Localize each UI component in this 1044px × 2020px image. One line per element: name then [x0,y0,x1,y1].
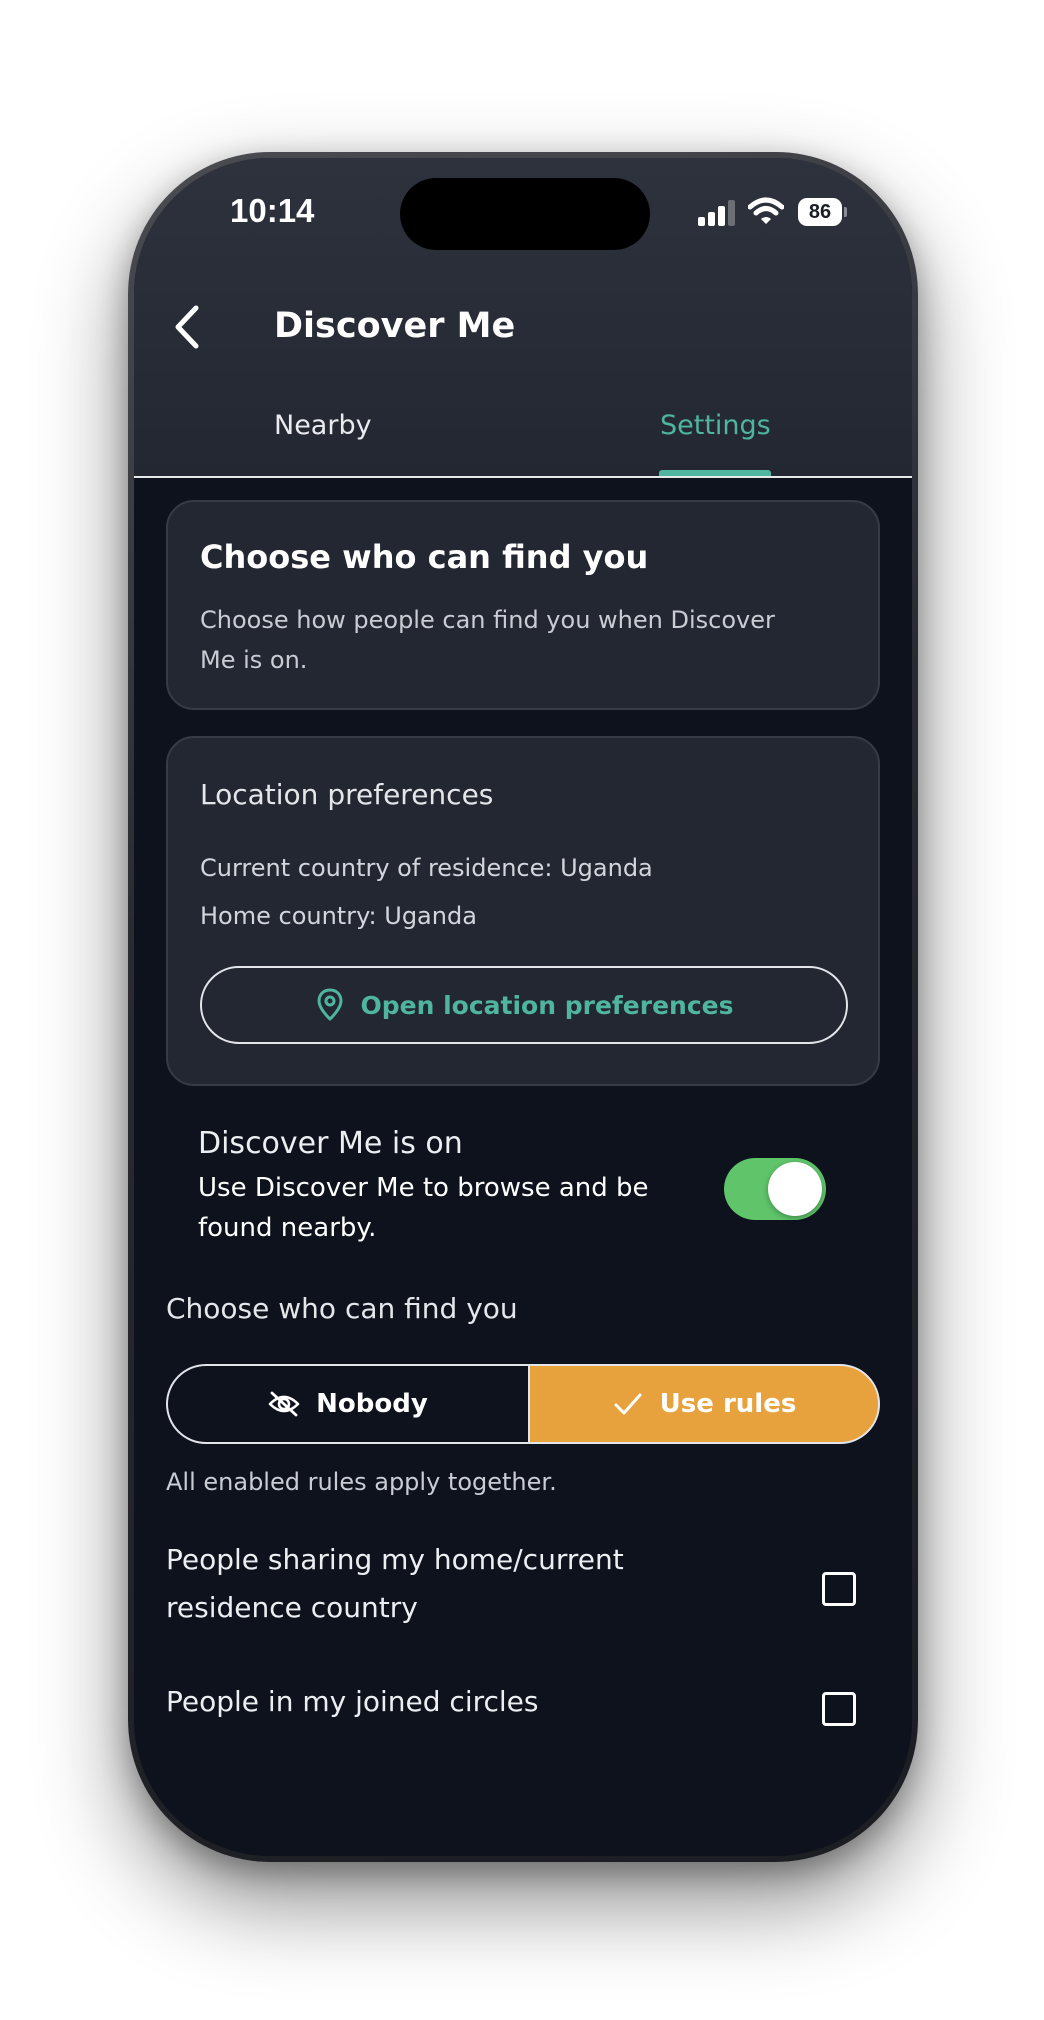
dynamic-island [400,178,650,250]
use-rules-option-label: Use rules [659,1389,797,1419]
signal-icon [698,200,735,226]
check-icon [614,1393,642,1415]
battery-tip [844,207,847,217]
open-location-preferences-label: Open location preferences [360,990,734,1020]
intro-card-title: Choose who can find you [200,538,649,576]
location-preferences-card: Location preferences Current country of … [166,736,880,1086]
discover-toggle-description: Use Discover Me to browse and be found n… [198,1173,649,1243]
open-location-preferences-button[interactable]: Open location preferences [200,966,848,1044]
phone-screen: 10:14 86 Discover Me Nearby Settings Cho… [134,158,912,1856]
chevron-left-icon[interactable] [170,304,206,350]
active-tab-indicator [659,470,771,476]
discover-me-toggle[interactable] [724,1158,826,1220]
page-title: Discover Me [274,306,516,346]
intro-card: Choose who can find you Choose how peopl… [166,500,880,710]
status-time: 10:14 [230,192,315,229]
use-rules-option-button[interactable]: Use rules [528,1364,880,1444]
wifi-icon [748,197,784,224]
tab-settings[interactable]: Settings [660,410,771,441]
tab-divider [134,476,912,478]
rule-joined-circles-label: People in my joined circles [166,1685,539,1718]
battery-level: 86 [808,200,832,223]
toggle-knob [768,1162,822,1216]
nobody-option-button[interactable]: Nobody [166,1364,528,1444]
eye-off-icon [268,1391,300,1417]
nobody-option-label: Nobody [316,1389,428,1419]
rule-shared-country-label: People sharing my home/current residence… [166,1543,624,1624]
battery-body: 86 [798,198,842,226]
visibility-section-label: Choose who can find you [166,1292,518,1325]
rule-joined-circles-checkbox[interactable] [822,1692,856,1726]
current-country-text: Current country of residence: Uganda [200,854,653,882]
intro-card-description: Choose how people can find you when Disc… [200,606,775,674]
rule-shared-country-checkbox[interactable] [822,1572,856,1606]
tab-nearby[interactable]: Nearby [274,410,372,441]
battery-icon: 86 [798,198,847,226]
page: 10:14 86 Discover Me Nearby Settings Cho… [0,0,1044,2020]
rules-hint: All enabled rules apply together. [166,1468,557,1496]
map-pin-icon [317,988,342,1021]
home-country-text: Home country: Uganda [200,902,477,930]
discover-toggle-title: Discover Me is on [198,1126,463,1161]
location-preferences-heading: Location preferences [200,778,494,811]
